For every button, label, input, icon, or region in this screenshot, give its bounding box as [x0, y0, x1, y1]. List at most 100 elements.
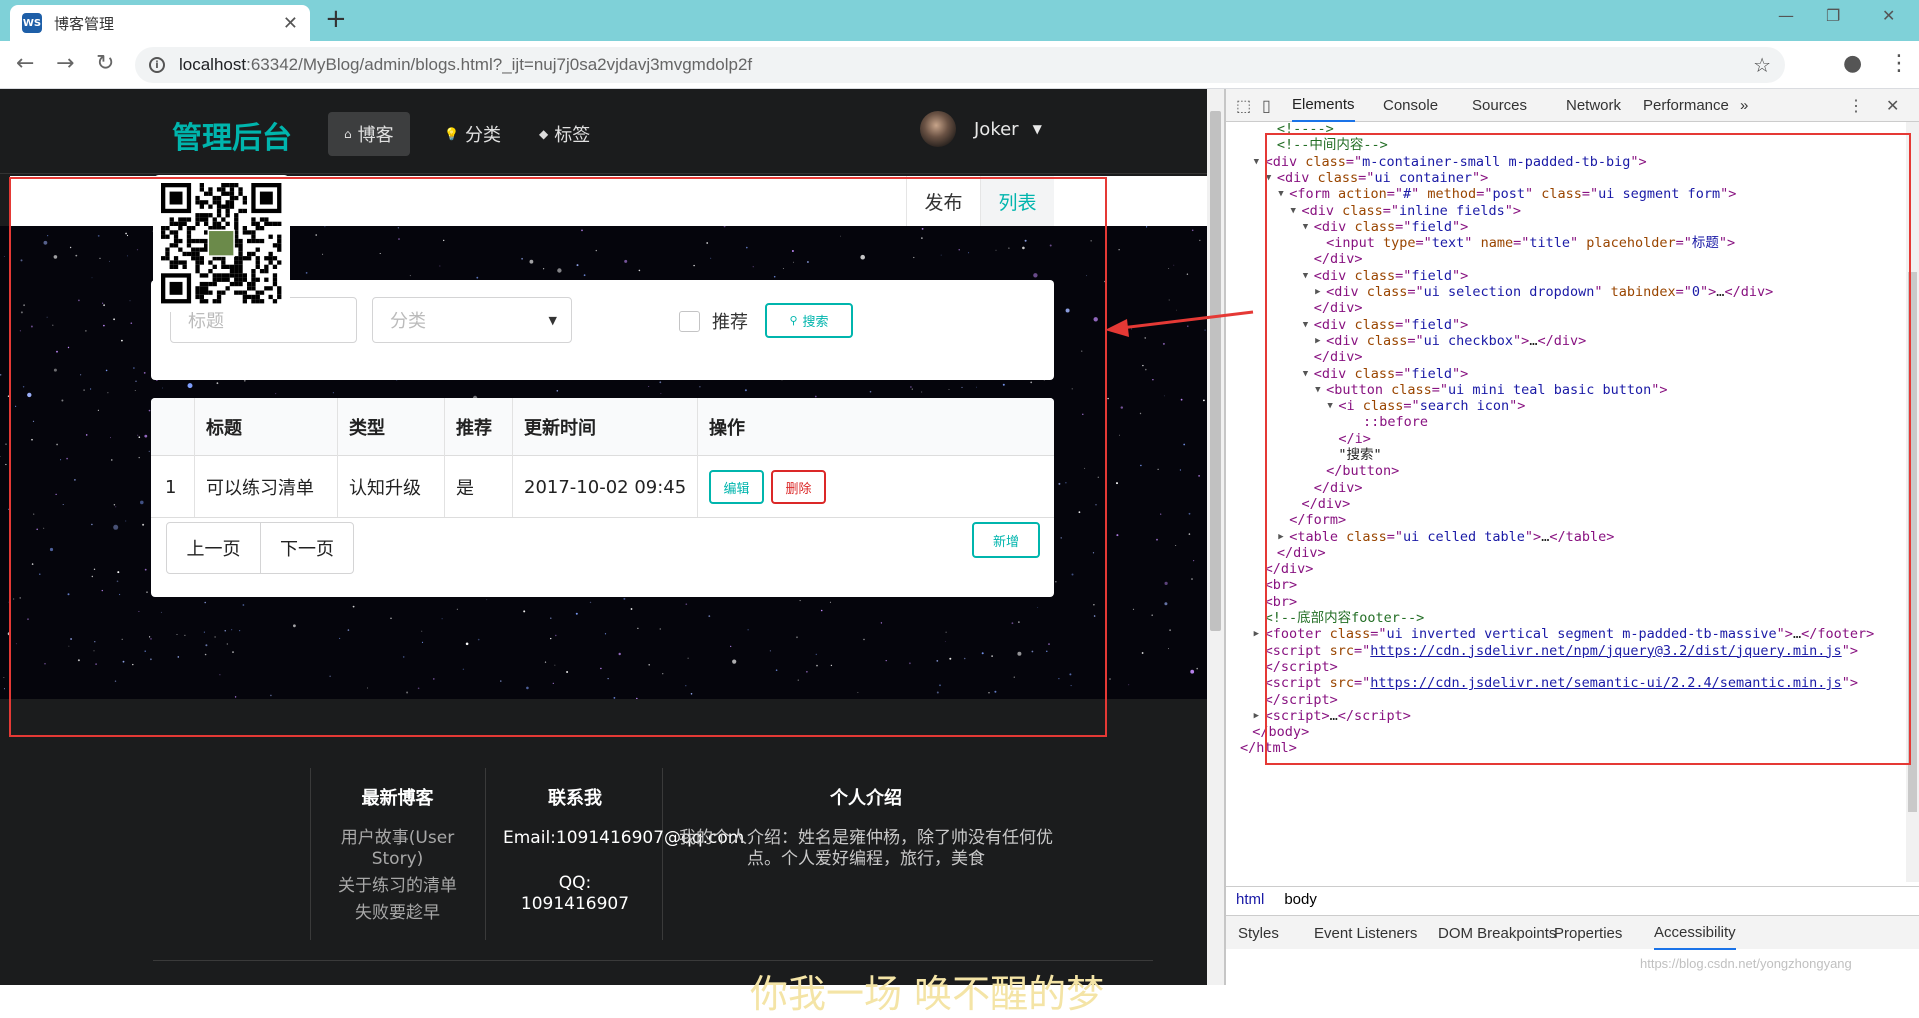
scroll-thumb[interactable]	[1908, 272, 1917, 812]
nav-item-category[interactable]: 💡 分类	[428, 112, 517, 156]
tab-title: 博客管理	[54, 14, 115, 33]
webstorm-favicon-icon: WS	[22, 13, 42, 33]
nav-item-tags[interactable]: ◆ 标签	[523, 112, 606, 156]
watermark: https://blog.csdn.net/yongzhongyang	[1640, 956, 1852, 971]
devtools-toolbar: ⬚ ▯ Elements Console Sources Network Per…	[1226, 89, 1919, 122]
home-icon: ⌂	[344, 127, 352, 141]
tab-event-listeners[interactable]: Event Listeners	[1314, 916, 1417, 950]
avatar	[920, 111, 956, 147]
url-text: localhost:63342/MyBlog/admin/blogs.html?…	[179, 55, 752, 75]
latest-blog-link[interactable]: 关于练习的清单	[325, 876, 470, 897]
tab-publish[interactable]: 发布	[906, 176, 980, 226]
url-host: localhost	[179, 55, 247, 74]
devtools-panel: ⬚ ▯ Elements Console Sources Network Per…	[1226, 89, 1919, 985]
contact-title: 联系我	[548, 788, 602, 809]
col-updated-header: 更新时间	[524, 418, 596, 439]
latest-blogs-title: 最新博客	[361, 788, 434, 809]
row-recommend: 是	[456, 478, 474, 499]
nav-item-label: 标签	[554, 125, 591, 146]
devtools-close-icon[interactable]: ✕	[1886, 96, 1899, 116]
new-tab-icon[interactable]: +	[325, 4, 347, 34]
about-title: 个人介绍	[830, 788, 902, 809]
search-button[interactable]: ⚲ 搜索	[765, 303, 853, 338]
bookmark-star-icon[interactable]: ☆	[1753, 53, 1771, 77]
profile-icon[interactable]: ●	[1843, 51, 1862, 76]
recommend-checkbox[interactable]	[679, 311, 700, 332]
search-button-label: 搜索	[802, 315, 829, 330]
add-blog-button[interactable]: 新增	[972, 522, 1040, 558]
reload-icon[interactable]: ↻	[96, 51, 114, 76]
row-index: 1	[165, 476, 177, 498]
minimize-icon[interactable]: —	[1778, 6, 1794, 25]
edit-button[interactable]: 编辑	[709, 470, 764, 504]
brand-title: 管理后台	[172, 121, 292, 156]
blog-table: 标题 类型 推荐 更新时间 操作 1 可以练习清单 认知升级 是 2017-10…	[151, 398, 1054, 597]
next-page-button[interactable]: 下一页	[260, 523, 353, 573]
browser-tab-bar: WS 博客管理 ✕ + — ❐ ✕	[0, 0, 1919, 41]
footer-banner-text: 你我一场 唤不醒的梦	[750, 972, 1105, 1016]
col-recommend-header: 推荐	[456, 418, 492, 439]
category-placeholder: 分类	[390, 311, 426, 332]
dom-node-line[interactable]: </html>	[1226, 738, 1906, 758]
tab-elements[interactable]: Elements	[1292, 89, 1355, 122]
breadcrumb-body[interactable]: body	[1274, 891, 1327, 908]
latest-blog-link[interactable]: 失败要趁早	[325, 903, 470, 924]
latest-blog-link[interactable]: 用户故事(User Story)	[325, 828, 470, 870]
browser-tab[interactable]: WS 博客管理 ✕	[10, 5, 310, 41]
footer-latest-blogs: 最新博客 用户故事(User Story) 关于练习的清单 失败要趁早	[325, 784, 470, 924]
page-scrollbar[interactable]	[1207, 89, 1224, 985]
more-tabs-icon[interactable]: »	[1740, 89, 1748, 122]
tags-icon: ◆	[539, 127, 549, 141]
tab-sources[interactable]: Sources	[1472, 89, 1527, 122]
table-row: 1 可以练习清单 认知升级 是 2017-10-02 09:45 编辑 删除	[151, 456, 1054, 518]
breadcrumb-html[interactable]: html	[1226, 891, 1274, 908]
contact-qq: 1091416907	[520, 894, 630, 914]
menu-dots-icon[interactable]: ⋮	[1888, 51, 1910, 76]
tab-close-icon[interactable]: ✕	[283, 13, 298, 34]
idea-icon: 💡	[444, 127, 459, 141]
url-field[interactable]: i localhost:63342/MyBlog/admin/blogs.htm…	[135, 47, 1785, 83]
col-title-header: 标题	[206, 418, 242, 439]
about-text: 我的个人介绍：姓名是雍仲杨，除了帅没有任何优点。个人爱好编程，旅行，美食	[679, 828, 1053, 869]
category-dropdown[interactable]: 分类 ▼	[372, 297, 572, 343]
url-path: :63342/MyBlog/admin/blogs.html?_ijt=nuj7…	[246, 55, 753, 74]
tab-dom-breakpoints[interactable]: DOM Breakpoints	[1438, 916, 1556, 950]
user-menu[interactable]: Joker ▼	[920, 111, 1042, 147]
scroll-thumb[interactable]	[1210, 111, 1221, 631]
device-toggle-icon[interactable]: ▯	[1262, 96, 1271, 116]
info-icon[interactable]: i	[149, 57, 165, 73]
col-actions-header: 操作	[709, 418, 745, 439]
back-icon[interactable]: ←	[16, 51, 34, 76]
nav-item-label: 分类	[464, 125, 501, 146]
wechat-qr-code	[153, 175, 290, 312]
annotation-arrow	[1105, 310, 1254, 337]
footer-divider	[310, 768, 311, 940]
pagination: 上一页 下一页	[166, 522, 354, 574]
styles-subtabs: Styles Event Listeners DOM Breakpoints P…	[1226, 915, 1919, 950]
dom-scrollbar[interactable]	[1906, 122, 1919, 882]
tab-accessibility[interactable]: Accessibility	[1654, 916, 1736, 950]
dom-tree: <!----> <!--中间内容--> ▼ <div class="m-contain…	[1226, 122, 1906, 882]
address-bar: ← → ↻ i localhost:63342/MyBlog/admin/blo…	[0, 41, 1919, 89]
tab-performance[interactable]: Performance	[1643, 89, 1729, 122]
tab-console[interactable]: Console	[1383, 89, 1438, 122]
devtools-menu-icon[interactable]: ⋮	[1848, 96, 1864, 116]
row-updated: 2017-10-02 09:45	[524, 476, 687, 498]
dropdown-caret-icon: ▼	[548, 313, 557, 327]
inspect-element-icon[interactable]: ⬚	[1236, 96, 1251, 116]
window-close-icon[interactable]: ✕	[1882, 6, 1895, 25]
tab-network[interactable]: Network	[1566, 89, 1621, 122]
nav-item-blog[interactable]: ⌂ 博客	[328, 112, 410, 156]
delete-button[interactable]: 删除	[771, 470, 826, 504]
footer-about: 个人介绍 我的个人介绍：姓名是雍仲杨，除了帅没有任何优点。个人爱好编程，旅行，美…	[676, 784, 1056, 870]
forward-icon[interactable]: →	[56, 51, 74, 76]
contact-qq-label: QQ:	[558, 873, 592, 893]
prev-page-button[interactable]: 上一页	[167, 523, 260, 573]
recommend-label: 推荐	[712, 312, 748, 333]
tab-properties[interactable]: Properties	[1554, 916, 1622, 950]
tab-styles[interactable]: Styles	[1238, 916, 1279, 950]
tab-list[interactable]: 列表	[980, 176, 1054, 226]
contact-email: Email:1091416907@qq.com	[503, 828, 745, 848]
restore-icon[interactable]: ❐	[1826, 6, 1840, 25]
search-icon: ⚲	[789, 314, 798, 327]
